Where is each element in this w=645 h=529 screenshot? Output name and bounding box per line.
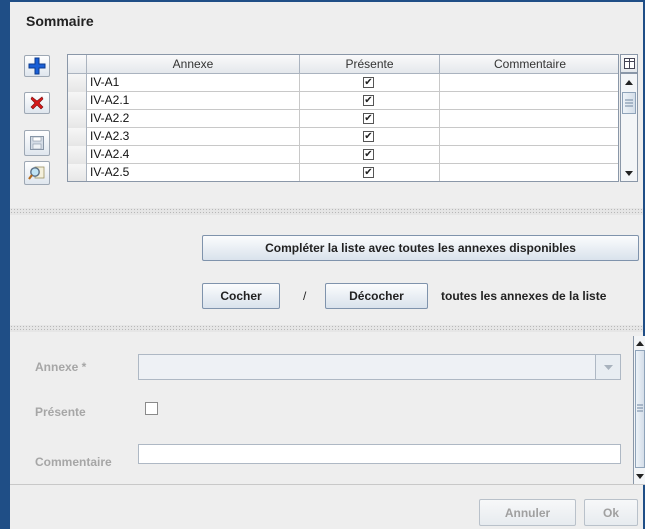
cell-presente[interactable]: ✔: [300, 74, 440, 92]
commentaire-field[interactable]: [138, 444, 621, 464]
add-icon: [28, 57, 46, 75]
cell-presente[interactable]: ✔: [300, 146, 440, 164]
add-button[interactable]: [24, 55, 50, 77]
window-border-left: [0, 0, 10, 529]
table-row[interactable]: IV-A2.1 ✔: [68, 92, 618, 110]
cell-annexe[interactable]: IV-A1: [87, 74, 300, 92]
cell-annexe[interactable]: IV-A2.4: [87, 146, 300, 164]
scroll-down-icon[interactable]: [621, 165, 637, 181]
scrollbar-thumb[interactable]: [635, 350, 645, 468]
row-header[interactable]: [68, 110, 87, 128]
column-chooser-icon: [623, 58, 635, 69]
cell-commentaire[interactable]: [440, 110, 618, 128]
footer-divider: [10, 484, 645, 485]
cell-commentaire[interactable]: [440, 74, 618, 92]
column-header-label: Commentaire: [493, 57, 567, 71]
cell-commentaire[interactable]: [440, 128, 618, 146]
presente-checkbox[interactable]: ✔: [363, 131, 374, 142]
scroll-up-icon[interactable]: [635, 340, 645, 346]
table-scrollbar[interactable]: [620, 73, 638, 182]
ok-button[interactable]: Ok: [584, 499, 638, 526]
row-header[interactable]: [68, 128, 87, 146]
row-header[interactable]: [68, 164, 87, 181]
split-pane-divider-bottom[interactable]: [10, 325, 643, 332]
cell-presente[interactable]: ✔: [300, 128, 440, 146]
column-header-commentaire[interactable]: Commentaire: [440, 55, 618, 74]
cell-annexe[interactable]: IV-A2.1: [87, 92, 300, 110]
row-header[interactable]: [68, 146, 87, 164]
cell-commentaire[interactable]: [440, 164, 618, 181]
cell-annexe[interactable]: IV-A2.5: [87, 164, 300, 181]
cell-commentaire[interactable]: [440, 146, 618, 164]
annexes-table[interactable]: Annexe Présente Commentaire IV-A1 ✔ IV-A2.…: [67, 54, 619, 182]
row-header[interactable]: [68, 74, 87, 92]
table-row[interactable]: IV-A2.3 ✔: [68, 128, 618, 146]
scroll-down-icon[interactable]: [635, 474, 645, 480]
annexe-label: Annexe *: [35, 360, 87, 374]
save-button[interactable]: [24, 130, 50, 156]
commentaire-label: Commentaire: [35, 455, 112, 469]
table-row[interactable]: IV-A2.5 ✔: [68, 164, 618, 181]
all-annexes-label: toutes les annexes de la liste: [441, 289, 607, 303]
row-header[interactable]: [68, 92, 87, 110]
presente-checkbox[interactable]: ✔: [363, 77, 374, 88]
chevron-down-icon[interactable]: [595, 355, 620, 379]
split-pane-divider-top[interactable]: [10, 208, 643, 215]
cell-presente[interactable]: ✔: [300, 164, 440, 181]
scrollbar-thumb[interactable]: [622, 92, 636, 114]
save-icon: [30, 136, 44, 150]
cell-annexe[interactable]: IV-A2.3: [87, 128, 300, 146]
annexe-combobox[interactable]: [138, 354, 621, 380]
scroll-up-icon[interactable]: [621, 74, 637, 90]
presente-label: Présente: [35, 405, 86, 419]
presente-checkbox[interactable]: ✔: [363, 113, 374, 124]
column-header-presente[interactable]: Présente: [300, 55, 440, 74]
column-chooser-button[interactable]: [620, 54, 638, 73]
cell-presente[interactable]: ✔: [300, 110, 440, 128]
presente-checkbox[interactable]: ✔: [363, 95, 374, 106]
form-scrollbar[interactable]: [633, 336, 645, 484]
presente-checkbox[interactable]: [145, 402, 158, 415]
table-row[interactable]: IV-A1 ✔: [68, 74, 618, 92]
complete-list-button[interactable]: Compléter la liste avec toutes les annex…: [202, 235, 639, 261]
search-button[interactable]: [24, 161, 50, 185]
column-header-annexe[interactable]: Annexe: [87, 55, 300, 74]
cancel-button[interactable]: Annuler: [479, 499, 576, 526]
uncheck-all-button[interactable]: Décocher: [325, 283, 428, 309]
column-header-label: Annexe: [172, 57, 214, 71]
window-border-top: [0, 0, 645, 2]
row-header-corner: [68, 55, 87, 74]
delete-button[interactable]: [24, 92, 50, 114]
separator-label: /: [303, 289, 307, 303]
table-row[interactable]: IV-A2.2 ✔: [68, 110, 618, 128]
presente-checkbox[interactable]: ✔: [363, 149, 374, 160]
check-all-button[interactable]: Cocher: [202, 283, 280, 309]
cell-commentaire[interactable]: [440, 92, 618, 110]
cell-presente[interactable]: ✔: [300, 92, 440, 110]
search-icon: [28, 166, 45, 180]
panel-title: Sommaire: [26, 13, 94, 29]
cell-annexe[interactable]: IV-A2.2: [87, 110, 300, 128]
presente-checkbox[interactable]: ✔: [363, 167, 374, 178]
delete-icon: [30, 96, 44, 110]
table-row[interactable]: IV-A2.4 ✔: [68, 146, 618, 164]
column-header-label: Présente: [345, 57, 394, 71]
